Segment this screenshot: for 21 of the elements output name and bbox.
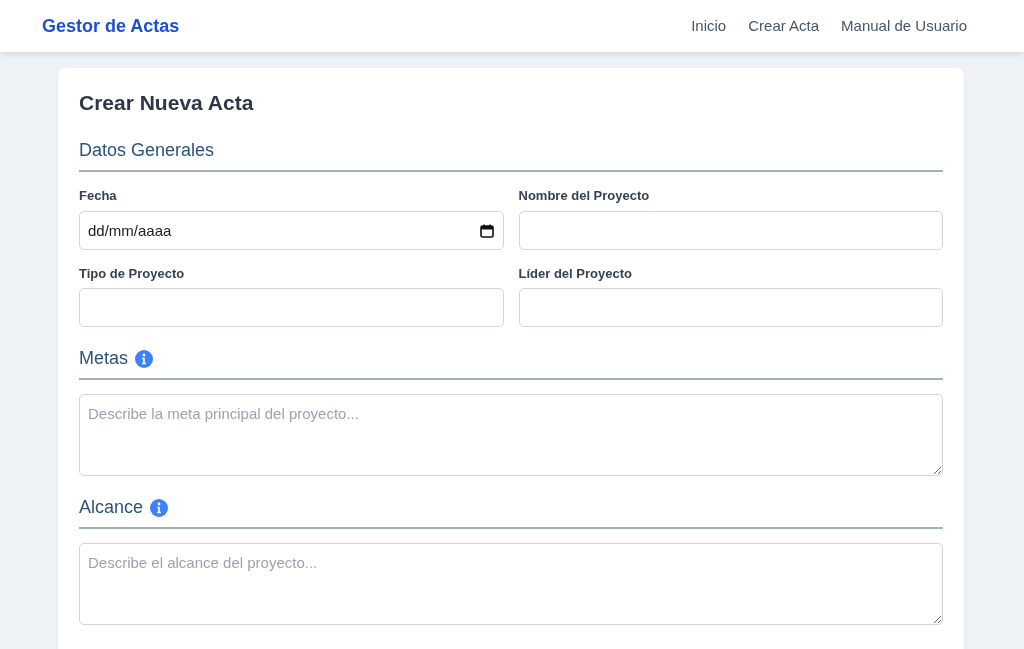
date-field[interactable]: dd/mm/aaaa (79, 210, 504, 250)
section-title: Datos Generales (79, 139, 215, 163)
page-title: Crear Nueva Acta (79, 90, 255, 116)
info-icon[interactable] (135, 349, 154, 368)
nav-link[interactable]: Crear Acta (748, 14, 820, 38)
text-area[interactable]: Describe el alcance del proyecto... (79, 543, 943, 626)
brand-link[interactable]: Gestor de Actas (42, 12, 180, 40)
section-title: Alcance (79, 496, 144, 520)
field-label: Líder del Proyecto (518, 264, 633, 283)
field-label: Nombre del Proyecto (518, 187, 651, 206)
field-label: Fecha (79, 187, 118, 206)
calendar-icon[interactable] (479, 223, 494, 238)
info-icon[interactable] (150, 498, 169, 517)
input-field[interactable] (518, 288, 943, 328)
section-title: Metas (79, 347, 129, 371)
text-area[interactable]: Describe la meta principal del proyecto... (79, 394, 943, 477)
input-field[interactable] (79, 288, 504, 328)
field-label: Tipo de Proyecto (79, 264, 186, 283)
input-field[interactable] (518, 210, 943, 250)
nav-link[interactable]: Manual de Usuario (841, 14, 967, 38)
nav-link[interactable]: Inicio (691, 14, 727, 38)
